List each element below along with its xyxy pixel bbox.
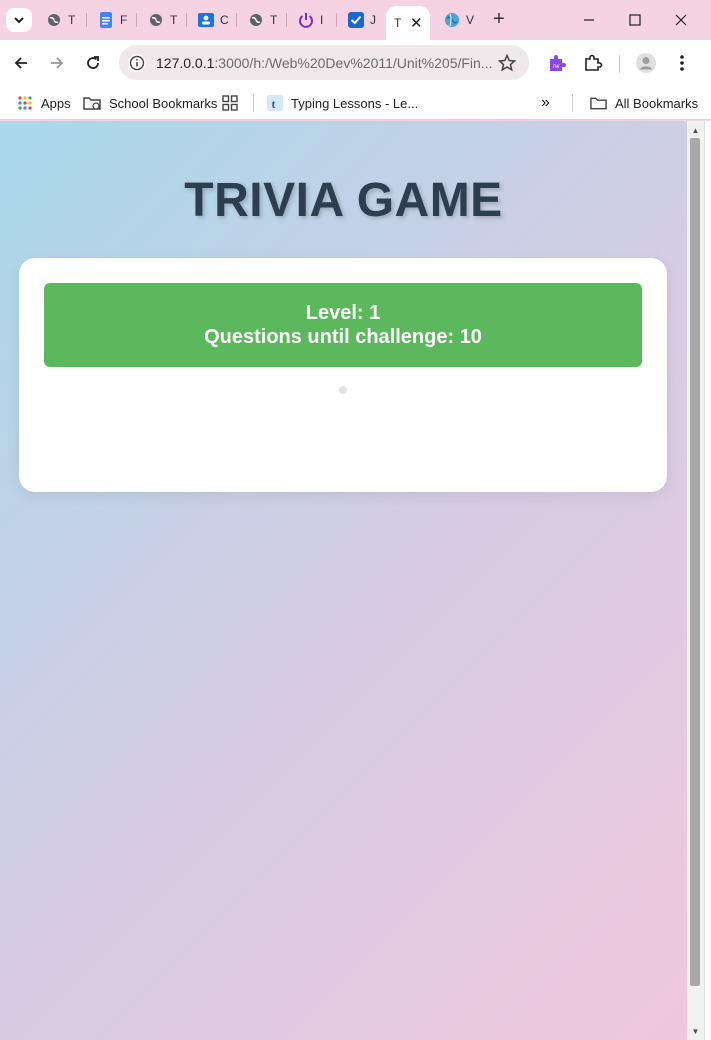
classroom-icon (198, 12, 214, 28)
tab-title: V (466, 13, 474, 27)
bookmark-label: All Bookmarks (615, 95, 699, 111)
level-status-box: Level: 1 Questions until challenge: 10 (44, 283, 642, 367)
bookmark-all-bookmarks[interactable]: All Bookmarks (590, 92, 698, 114)
url-text: 127.0.0.1:3000/h:/Web%20Dev%2011/Unit%20… (156, 55, 492, 71)
extensions-puzzle-icon[interactable] (581, 51, 605, 75)
tab-title: T (394, 16, 402, 30)
globe-color-icon (444, 12, 460, 28)
grid-icon (222, 95, 238, 111)
tab-4[interactable]: C (188, 8, 236, 32)
minimize-icon (584, 19, 594, 21)
tab-title: T (68, 13, 76, 27)
loading-indicator (339, 386, 347, 394)
tab-active-trivia[interactable]: T ✕ (386, 6, 430, 40)
close-window-button[interactable] (669, 8, 693, 32)
level-text: Level: 1 (305, 302, 381, 324)
tab-5[interactable]: T (238, 8, 286, 32)
star-icon[interactable] (497, 53, 517, 73)
tab-title: J (370, 13, 376, 27)
tab-9[interactable]: V (434, 8, 482, 32)
svg-text:rw: rw (553, 64, 560, 70)
window-edge (704, 121, 711, 1040)
new-tab-button[interactable]: + (489, 9, 509, 31)
bookmark-label: Apps (41, 95, 71, 111)
browser-toolbar: 127.0.0.1:3000/h:/Web%20Dev%2011/Unit%20… (0, 40, 711, 86)
tab-title: T (170, 13, 178, 27)
scrollbar-thumb[interactable] (690, 138, 700, 986)
folder-icon (83, 97, 101, 110)
globe-icon (46, 12, 62, 28)
tab-title: C (220, 13, 228, 27)
maximize-icon (629, 14, 641, 26)
url-path: :3000/h:/Web%20Dev%2011/Unit%205/Fin... (214, 55, 493, 71)
bookmarks-overflow-button[interactable]: » (541, 92, 550, 114)
back-button[interactable] (9, 51, 33, 75)
bookmark-label: Typing Lessons - Le... (291, 95, 419, 111)
folder-icon (590, 97, 607, 110)
svg-text:t: t (272, 97, 276, 111)
power-icon (298, 12, 314, 28)
apps-grid-icon (18, 96, 32, 110)
site-info-icon[interactable] (127, 53, 147, 73)
page-title: TRIVIA GAME (184, 174, 503, 227)
tab-search-button[interactable] (6, 8, 32, 32)
game-card: Level: 1 Questions until challenge: 10 (19, 258, 667, 492)
url-host: 127.0.0.1 (156, 55, 215, 71)
tab-strip: T F T C T I J T ✕ V + (0, 0, 711, 40)
address-bar[interactable]: 127.0.0.1:3000/h:/Web%20Dev%2011/Unit%20… (119, 45, 529, 80)
tab-title: I (320, 13, 324, 27)
forward-button[interactable] (45, 51, 69, 75)
minimize-button[interactable] (577, 8, 601, 32)
tab-3[interactable]: T (138, 8, 186, 32)
tab-7[interactable]: J (338, 8, 386, 32)
arrow-left-icon (14, 57, 27, 69)
reload-button[interactable] (81, 51, 105, 75)
scroll-down-arrow-icon[interactable]: ▼ (687, 1024, 704, 1038)
globe-icon (148, 12, 164, 28)
tab-title: T (270, 13, 278, 27)
page-viewport: TRIVIA GAME Level: 1 Questions until cha… (0, 121, 687, 1040)
arrow-right-icon (51, 57, 64, 69)
bookmark-apps-shortcut[interactable] (222, 92, 238, 114)
tab-6[interactable]: I (288, 8, 336, 32)
scroll-up-arrow-icon[interactable]: ▲ (687, 123, 704, 137)
docs-icon (98, 12, 114, 28)
chevron-down-icon (14, 17, 24, 24)
bookmark-label: School Bookmarks (109, 95, 218, 111)
checkbox-icon (348, 12, 364, 28)
extension-puzzle-purple-icon[interactable]: rw (545, 51, 569, 75)
close-icon[interactable]: ✕ (410, 14, 423, 32)
globe-icon (248, 12, 264, 28)
challenge-countdown-text: Questions until challenge: 10 (204, 326, 482, 348)
tab-1[interactable]: T (36, 8, 84, 32)
bookmark-school-bookmarks[interactable]: School Bookmarks (83, 92, 217, 114)
maximize-button[interactable] (623, 8, 647, 32)
profile-avatar-icon[interactable] (634, 51, 658, 75)
menu-kebab-icon[interactable] (670, 51, 694, 75)
bookmarks-bar: Apps School Bookmarks t Typing Lessons -… (0, 86, 711, 120)
typing-site-icon: t (267, 95, 283, 111)
reload-icon (87, 56, 99, 69)
page-scrollbar[interactable]: ▲ ▼ (687, 121, 704, 1040)
tab-2[interactable]: F (88, 8, 136, 32)
tab-title: F (120, 13, 128, 27)
bookmark-apps[interactable]: Apps (17, 92, 71, 114)
bookmark-typing-lessons[interactable]: t Typing Lessons - Le... (267, 92, 418, 114)
close-icon (675, 14, 687, 26)
